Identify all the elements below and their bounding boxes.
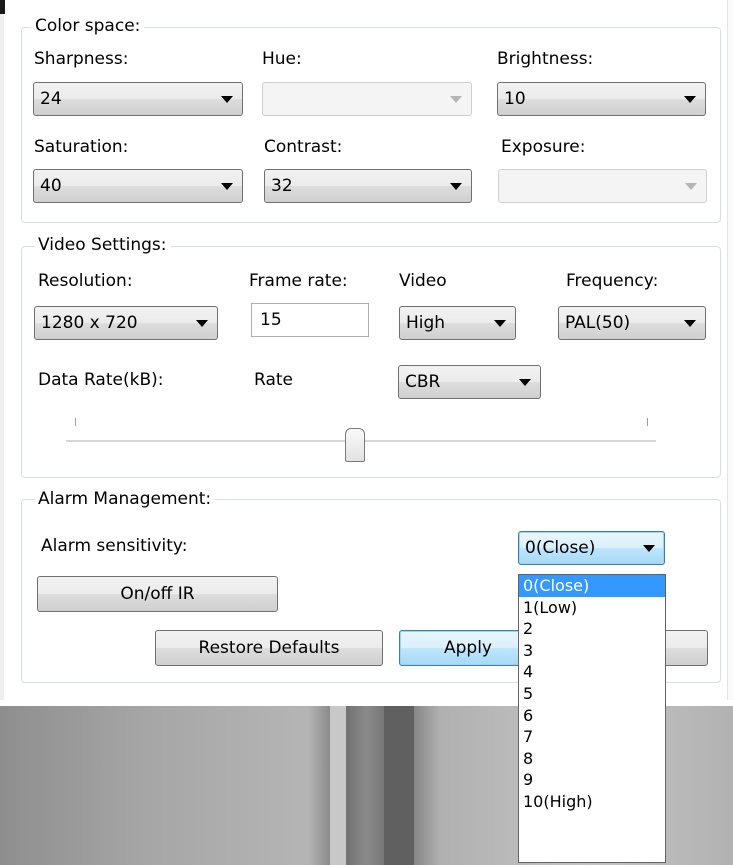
dropdown-option[interactable]: 8 — [519, 748, 665, 770]
color-space-legend: Color space: — [31, 16, 145, 36]
dropdown-option[interactable]: 3 — [519, 640, 665, 662]
alarm-management-legend: Alarm Management: — [34, 489, 216, 509]
alarm-sensitivity-select[interactable]: 0(Close) — [518, 531, 665, 565]
contrast-label: Contrast: — [264, 137, 343, 157]
resolution-select[interactable]: 1280 x 720 — [34, 306, 218, 340]
dropdown-option[interactable]: 6 — [519, 705, 665, 727]
slider-tick-min — [75, 418, 76, 426]
frequency-select[interactable]: PAL(50) — [558, 306, 706, 340]
frame-rate-value: 15 — [260, 310, 282, 330]
data-rate-label: Data Rate(kB): — [38, 370, 164, 390]
dropdown-option[interactable]: 0(Close) — [519, 575, 665, 597]
sharpness-select[interactable]: 24 — [33, 82, 243, 116]
alarm-sensitivity-dropdown: 0(Close) 1(Low) 2 3 4 5 6 7 8 9 10(High) — [518, 574, 666, 863]
chevron-down-icon — [221, 183, 233, 190]
window-right-edge — [727, 0, 733, 700]
chevron-down-icon — [494, 320, 506, 327]
apply-button[interactable]: Apply — [399, 630, 537, 666]
video-preview-pole — [330, 706, 346, 865]
rate-mode-select[interactable]: CBR — [398, 365, 541, 399]
hue-select[interactable] — [262, 82, 472, 116]
exposure-select[interactable] — [498, 169, 707, 203]
chevron-down-icon — [684, 96, 696, 103]
video-preview-pole-shadow — [384, 706, 414, 865]
slider-tick-max — [647, 418, 648, 426]
chevron-down-icon — [519, 379, 531, 386]
hue-label: Hue: — [262, 49, 302, 69]
sharpness-value: 24 — [40, 89, 62, 109]
brightness-label: Brightness: — [497, 49, 594, 69]
video-quality-value: High — [406, 313, 446, 333]
chevron-down-icon — [450, 96, 462, 103]
dropdown-option[interactable]: 5 — [519, 683, 665, 705]
video-quality-label: Video — [399, 271, 447, 291]
video-settings-legend: Video Settings: — [34, 235, 171, 255]
dropdown-option[interactable]: 9 — [519, 769, 665, 791]
sharpness-label: Sharpness: — [34, 49, 129, 69]
dropdown-option[interactable]: 4 — [519, 661, 665, 683]
data-rate-slider-thumb[interactable] — [345, 428, 365, 462]
dropdown-option[interactable]: 10(High) — [519, 791, 665, 813]
video-quality-select[interactable]: High — [399, 306, 516, 340]
brightness-value: 10 — [504, 89, 526, 109]
saturation-value: 40 — [40, 176, 62, 196]
window-left-edge — [0, 0, 4, 700]
dropdown-option[interactable]: 1(Low) — [519, 597, 665, 619]
chevron-down-icon — [221, 96, 233, 103]
frame-rate-input[interactable]: 15 — [251, 303, 369, 337]
dropdown-option[interactable]: 2 — [519, 618, 665, 640]
frame-rate-label: Frame rate: — [249, 271, 348, 291]
alarm-sensitivity-value: 0(Close) — [525, 538, 596, 558]
chevron-down-icon — [685, 183, 697, 190]
resolution-value: 1280 x 720 — [41, 313, 138, 333]
toggle-ir-button[interactable]: On/off IR — [37, 576, 278, 612]
alarm-sensitivity-label: Alarm sensitivity: — [41, 536, 188, 556]
chevron-down-icon — [196, 320, 208, 327]
chevron-down-icon — [684, 320, 696, 327]
chevron-down-icon — [643, 545, 655, 552]
saturation-label: Saturation: — [34, 137, 129, 157]
resolution-label: Resolution: — [38, 271, 133, 291]
contrast-value: 32 — [271, 176, 293, 196]
frequency-value: PAL(50) — [565, 313, 631, 333]
window-corner-mark — [0, 0, 5, 14]
contrast-select[interactable]: 32 — [264, 169, 472, 203]
brightness-select[interactable]: 10 — [497, 82, 706, 116]
dropdown-option[interactable]: 7 — [519, 726, 665, 748]
rate-mode-value: CBR — [405, 372, 441, 392]
saturation-select[interactable]: 40 — [33, 169, 243, 203]
restore-defaults-button[interactable]: Restore Defaults — [155, 630, 383, 666]
frequency-label: Frequency: — [566, 271, 659, 291]
exposure-label: Exposure: — [501, 137, 586, 157]
rate-label: Rate — [254, 370, 293, 390]
chevron-down-icon — [450, 183, 462, 190]
